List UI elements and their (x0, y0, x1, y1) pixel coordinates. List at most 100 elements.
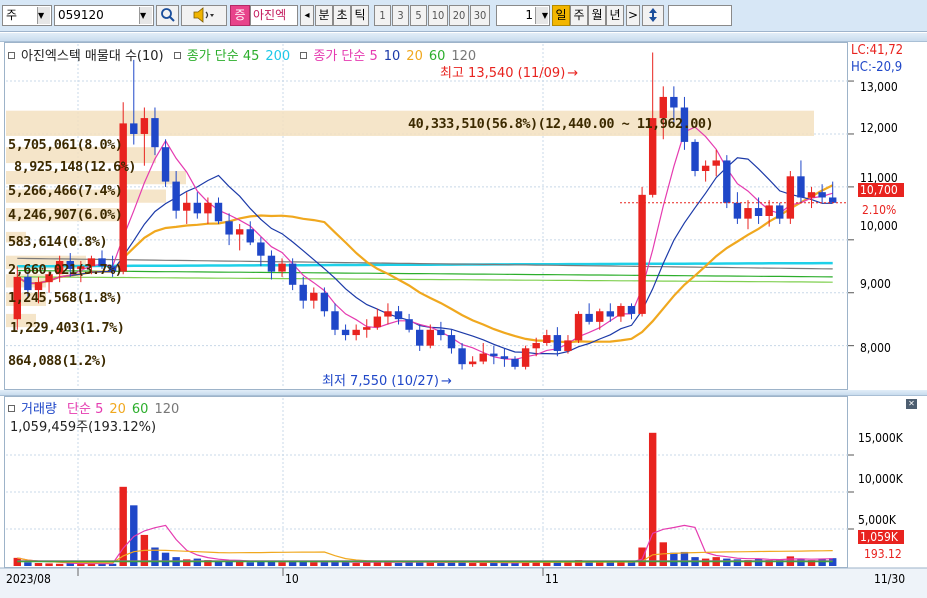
candle-body (267, 255, 276, 272)
candle-body (617, 305, 625, 317)
candle-body (299, 284, 307, 301)
candle-body (712, 160, 720, 166)
volume-legend: 거래량 단순 5 20 60 120 (8, 398, 185, 417)
candle-body (447, 335, 456, 349)
low-annotation: 최저 7,550 (10/27) → (322, 370, 458, 389)
volume-bar (723, 558, 731, 566)
volume-ma5-line (17, 524, 833, 565)
candle-body (172, 181, 180, 211)
candle-body (384, 311, 392, 317)
profile-label: 8,925,148(12.6%) (14, 159, 137, 175)
volume-bar (606, 562, 615, 566)
price-volume-chart (0, 44, 927, 598)
x-axis-label: 10 (285, 572, 299, 586)
candle-body (744, 208, 752, 219)
ma-period-20: 20 (406, 49, 423, 64)
candle-body (627, 305, 636, 314)
volume-bar (193, 558, 202, 566)
volume-tick: 10,000K (858, 472, 903, 486)
volume-bar (246, 562, 254, 566)
candle-body (490, 353, 498, 357)
candle-body (479, 353, 487, 362)
candle-body (214, 202, 223, 222)
price-tick: 12,000 (860, 121, 898, 135)
volume-bar (278, 562, 286, 566)
candle-body (426, 329, 435, 346)
volume-bar (77, 563, 85, 566)
volume-title: 거래량 (21, 402, 57, 417)
volume-bar (225, 561, 233, 566)
volume-tick: 15,000K (858, 431, 903, 445)
price-tick: 9,000 (860, 277, 891, 291)
legend-square-icon (8, 52, 15, 59)
profile-label: 864,088(1.2%) (8, 353, 108, 369)
profile-label: 2,660,021(3.7%) (8, 262, 123, 278)
high-annotation: 최고 13,540 (11/09) → (440, 62, 584, 81)
volume-ma-120: 120 (154, 402, 180, 417)
volume-bar (627, 562, 636, 566)
candle-body (543, 335, 551, 344)
candle-body (585, 313, 593, 322)
volume-bar (55, 563, 64, 566)
profile-label: 5,266,466(7.4%) (8, 183, 123, 199)
candle-body (24, 276, 32, 291)
candle-body (130, 123, 138, 134)
volume-bar (405, 562, 413, 566)
volume-bar (638, 547, 646, 566)
candle-body (140, 118, 149, 134)
candle-body (765, 205, 773, 216)
candle-body (511, 358, 519, 367)
candle-body (288, 263, 297, 285)
candle-body (807, 192, 816, 198)
profile-range-label: 40,333,510(56.8%)(12,440.00 ~ 11,962.00) (408, 116, 714, 132)
volume-bar (352, 563, 360, 566)
profile-label: 5,705,061(8.0%) (8, 137, 123, 153)
candle-body (659, 96, 667, 119)
ma-short-label: 종가 단순 5 (313, 49, 378, 64)
ma60-line (17, 269, 833, 278)
candle-body (352, 329, 360, 336)
low-annotation-text: 최저 7,550 (10/27) (322, 374, 440, 389)
volume-bar (437, 563, 445, 566)
price-legend: 아진엑스텍 매물대 수(10) 종가 단순 45 200 종가 단순 5 10 20 6… (8, 45, 482, 64)
candle-body (373, 316, 382, 328)
legend-square-icon (300, 52, 308, 59)
candle-body (553, 335, 562, 351)
volume-ma-60: 60 (131, 402, 149, 417)
candle-body (574, 313, 583, 341)
candle-body (257, 242, 265, 256)
volume-ratio-tag: 193.12 (864, 547, 902, 561)
volume-bar (257, 561, 265, 566)
current-change-label: 2.10% (862, 203, 897, 217)
volume-bar (34, 563, 43, 566)
profile-label: 1,229,403(1.7%) (10, 320, 125, 336)
current-volume-label: 1,059,459주(193.12%) (10, 420, 157, 435)
candle-body (754, 208, 763, 216)
candle-body (161, 147, 170, 182)
x-axis-label: 2023/08 (6, 572, 51, 586)
candle-body (331, 311, 339, 330)
candle-body (278, 263, 286, 272)
candle-body (394, 311, 403, 320)
candle-body (691, 141, 699, 172)
ma-period-10: 10 (383, 49, 401, 64)
candle-body (532, 343, 540, 349)
candle-body (797, 176, 805, 198)
candle-body (733, 202, 742, 219)
price-tick: 8,000 (860, 341, 891, 355)
volume-bar (500, 563, 509, 566)
candle-body (786, 176, 795, 219)
candle-body (193, 202, 202, 214)
candle-body (458, 348, 466, 365)
candle-body (246, 229, 254, 243)
candle-body (596, 311, 604, 322)
volume-bar (596, 562, 604, 566)
candle-body (415, 329, 424, 346)
right-arrow-icon: → (567, 66, 579, 81)
right-arrow-icon: → (441, 374, 452, 389)
candle-body (670, 96, 678, 108)
candle-body (606, 311, 615, 317)
volume-bar (310, 562, 318, 566)
candle-body (500, 356, 509, 359)
high-annotation-text: 최고 13,540 (11/09) (440, 66, 566, 81)
